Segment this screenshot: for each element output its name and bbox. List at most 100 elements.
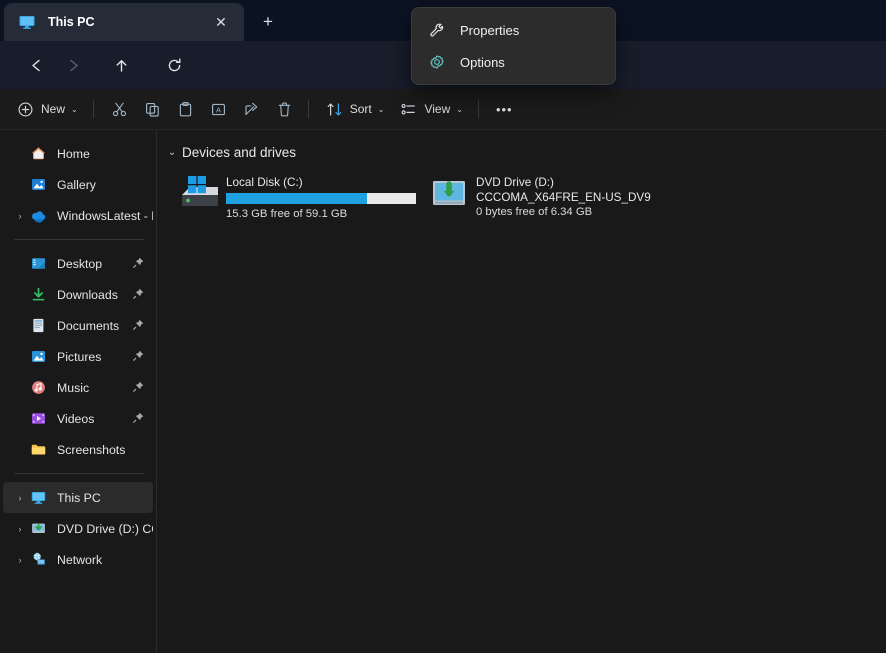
capacity-bar: [226, 193, 416, 204]
sidebar-item-music[interactable]: Music: [3, 372, 153, 403]
sidebar-item-screenshots[interactable]: Screenshots: [3, 434, 153, 465]
back-icon[interactable]: [21, 51, 51, 79]
sidebar-item-label: DVD Drive (D:) CCC: [57, 522, 153, 536]
sidebar-item-network[interactable]: › Network: [3, 544, 153, 575]
view-button-label: View: [424, 102, 450, 116]
downloads-icon: [30, 286, 47, 303]
up-icon[interactable]: [106, 51, 136, 79]
sidebar-item-label: Network: [57, 553, 153, 567]
drive-capacity-text: 0 bytes free of 6.34 GB: [476, 205, 676, 220]
pin-icon[interactable]: [130, 349, 146, 365]
sidebar-item-videos[interactable]: Videos: [3, 403, 153, 434]
copy-button[interactable]: [137, 94, 168, 124]
share-button[interactable]: [236, 94, 267, 124]
chevron-right-icon[interactable]: ›: [13, 524, 27, 534]
file-list-view[interactable]: ⌄ Devices and drives: [158, 130, 886, 653]
pin-icon[interactable]: [130, 318, 146, 334]
onedrive-icon: [30, 207, 47, 224]
sidebar-divider: [14, 239, 144, 240]
sidebar-item-home[interactable]: Home: [3, 138, 153, 169]
sidebar-item-label: Pictures: [57, 350, 130, 364]
tab-this-pc[interactable]: This PC ✕: [4, 3, 244, 41]
new-button[interactable]: New ⌄: [10, 94, 85, 124]
sidebar-item-dvd-drive[interactable]: › DVD Drive (D:) CCC: [3, 513, 153, 544]
pin-icon[interactable]: [130, 411, 146, 427]
documents-icon: [30, 317, 47, 334]
context-menu-item-label: Options: [460, 55, 505, 70]
network-icon: [30, 551, 47, 568]
sidebar-item-label: Desktop: [57, 257, 130, 271]
sort-button-label: Sort: [350, 102, 372, 116]
videos-icon: [30, 410, 47, 427]
sort-button[interactable]: Sort ⌄: [319, 94, 392, 124]
sidebar-item-onedrive[interactable]: › WindowsLatest - Pe: [3, 200, 153, 231]
chevron-down-icon: ⌄: [456, 105, 463, 114]
sidebar-item-label: Gallery: [57, 178, 153, 192]
this-pc-icon: [30, 489, 47, 506]
group-header-devices-and-drives[interactable]: ⌄ Devices and drives: [164, 141, 886, 163]
sidebar-item-pictures[interactable]: Pictures: [3, 341, 153, 372]
chevron-down-icon: ⌄: [378, 105, 385, 114]
pin-icon[interactable]: [130, 380, 146, 396]
context-menu-item-label: Properties: [460, 23, 519, 38]
view-button[interactable]: View ⌄: [393, 94, 470, 124]
command-toolbar: New ⌄ A: [0, 89, 886, 130]
drive-name: Local Disk (C:): [226, 175, 426, 190]
navigation-pane[interactable]: Home Gallery › WindowsLatest - Pe: [0, 130, 157, 653]
chevron-down-icon[interactable]: ⌄: [164, 147, 180, 158]
dvd-drive-icon: [426, 173, 476, 229]
gallery-icon: [30, 176, 47, 193]
sidebar-item-label: Downloads: [57, 288, 130, 302]
close-icon[interactable]: ✕: [208, 9, 234, 35]
wrench-icon: [428, 21, 446, 39]
toolbar-divider-2: [308, 100, 309, 118]
paste-button[interactable]: [170, 94, 201, 124]
context-menu-item-options[interactable]: Options: [416, 46, 611, 78]
chevron-right-icon[interactable]: ›: [13, 211, 27, 221]
context-menu-item-properties[interactable]: Properties: [416, 14, 611, 46]
rename-button[interactable]: A: [203, 94, 234, 124]
toolbar-divider-3: [478, 100, 479, 118]
pin-icon[interactable]: [130, 256, 146, 272]
home-icon: [30, 145, 47, 162]
file-explorer-window: This PC ✕ +: [0, 0, 886, 653]
capacity-bar-fill: [226, 193, 367, 204]
sidebar-divider-2: [14, 473, 144, 474]
sidebar-item-desktop[interactable]: Desktop: [3, 248, 153, 279]
sidebar-item-label: This PC: [57, 491, 153, 505]
sidebar-item-label: Home: [57, 147, 153, 161]
sidebar-item-gallery[interactable]: Gallery: [3, 169, 153, 200]
sidebar-item-label: Videos: [57, 412, 130, 426]
pin-icon[interactable]: [130, 287, 146, 303]
desktop-icon: [30, 255, 47, 272]
new-tab-button[interactable]: +: [253, 8, 283, 35]
this-pc-icon: [18, 13, 36, 31]
forward-icon: [58, 51, 88, 79]
sidebar-item-label: Screenshots: [57, 443, 153, 457]
sidebar-item-documents[interactable]: Documents: [3, 310, 153, 341]
drive-tile-dvd-drive-d[interactable]: DVD Drive (D:) CCCOMA_X64FRE_EN-US_DV9 0…: [426, 173, 676, 229]
chevron-down-icon: ⌄: [71, 105, 78, 114]
new-button-label: New: [41, 102, 65, 116]
group-title: Devices and drives: [182, 145, 296, 160]
chevron-right-icon[interactable]: ›: [13, 555, 27, 565]
gear-icon: [428, 53, 446, 71]
context-menu[interactable]: Properties Options: [411, 7, 616, 85]
pictures-icon: [30, 348, 47, 365]
more-options-button[interactable]: •••: [489, 94, 520, 124]
folder-icon: [30, 441, 47, 458]
drive-name: DVD Drive (D:): [476, 175, 676, 190]
local-disk-icon: [176, 173, 226, 229]
cut-button[interactable]: [104, 94, 135, 124]
dvd-drive-icon: [30, 520, 47, 537]
drive-volume-label: CCCOMA_X64FRE_EN-US_DV9: [476, 190, 676, 205]
sidebar-item-this-pc[interactable]: › This PC: [3, 482, 153, 513]
toolbar-divider: [93, 100, 94, 118]
delete-button[interactable]: [269, 94, 300, 124]
tab-label: This PC: [48, 15, 208, 29]
refresh-icon[interactable]: [159, 51, 189, 79]
drive-tile-local-disk-c[interactable]: Local Disk (C:) 15.3 GB free of 59.1 GB: [176, 173, 426, 229]
sidebar-item-downloads[interactable]: Downloads: [3, 279, 153, 310]
sidebar-item-label: WindowsLatest - Pe: [57, 209, 153, 223]
chevron-right-icon[interactable]: ›: [13, 493, 27, 503]
